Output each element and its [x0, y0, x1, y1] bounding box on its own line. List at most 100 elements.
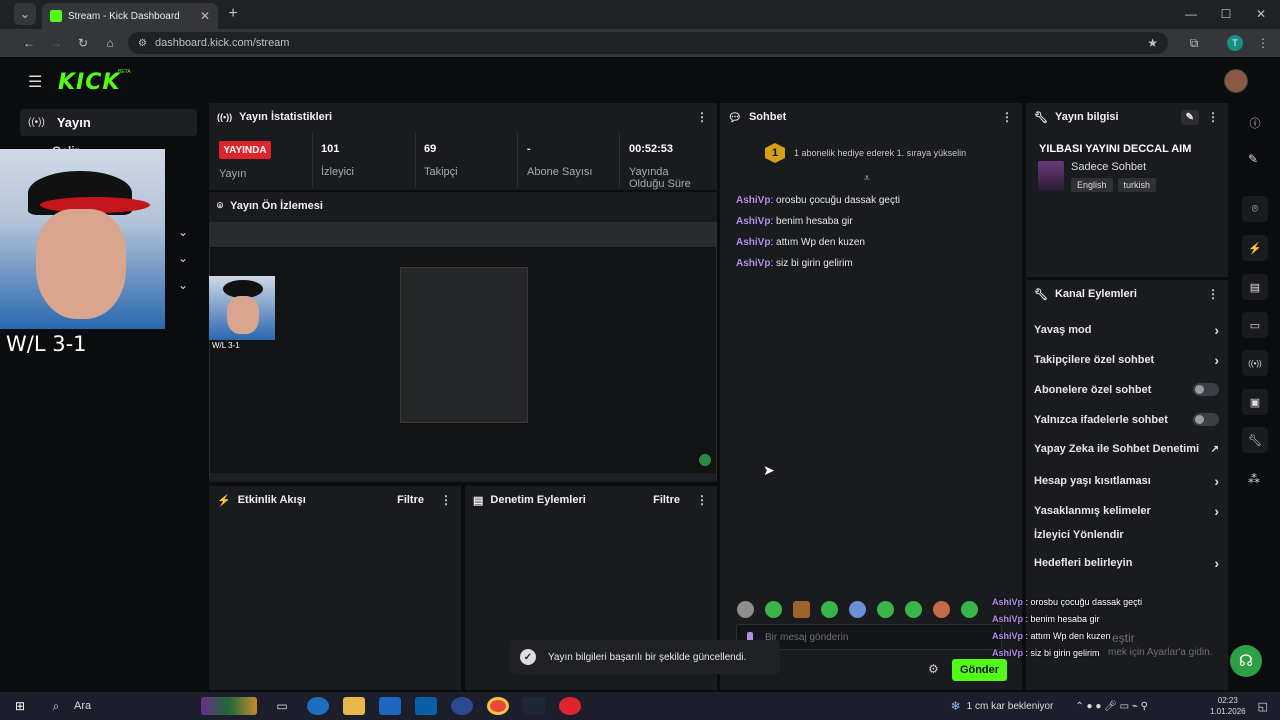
emote-icon[interactable]: [849, 601, 866, 618]
taskbar-search[interactable]: Ara: [74, 700, 194, 712]
chevron-down-icon[interactable]: ⌄: [178, 251, 188, 265]
outlook-icon[interactable]: [415, 697, 437, 715]
stat-label: Abone Sayısı: [527, 166, 593, 178]
chevron-down-icon[interactable]: ⌄: [178, 225, 188, 239]
chat-settings-gear-icon[interactable]: ⚙: [928, 662, 939, 676]
emote-icon[interactable]: [737, 601, 754, 618]
emote-icon[interactable]: [961, 601, 978, 618]
chat-username[interactable]: AshiVp: [736, 258, 770, 269]
app-icon[interactable]: [451, 697, 473, 715]
chevron-down-icon[interactable]: ⌄: [178, 278, 188, 292]
pencil-icon[interactable]: ✎: [1248, 152, 1258, 166]
video-icon[interactable]: ▣: [1242, 389, 1268, 415]
overlay-chat-message: AshiVp : attım Wp den kuzen: [992, 631, 1111, 641]
home-icon[interactable]: ⌂: [99, 32, 121, 54]
stream-preview-video[interactable]: [209, 222, 717, 481]
widgets-image[interactable]: [201, 697, 257, 715]
steam-icon[interactable]: [523, 697, 545, 715]
new-tab-button[interactable]: +: [222, 3, 244, 25]
weather-text[interactable]: 1 cm kar bekleniyor: [967, 701, 1054, 712]
category-thumbnail[interactable]: [1038, 161, 1064, 191]
obs-icon[interactable]: [559, 697, 581, 715]
emote-icon[interactable]: [933, 601, 950, 618]
collapse-icon[interactable]: ⩡: [864, 173, 870, 184]
more-options-icon[interactable]: ⋮: [1206, 287, 1220, 301]
emote-icon[interactable]: [877, 601, 894, 618]
category-name[interactable]: Sadece Sohbet: [1071, 161, 1146, 173]
action-banned-words[interactable]: Yasaklanmış kelimeler ›: [1034, 503, 1219, 519]
browser-tab[interactable]: Stream - Kick Dashboard ✕: [42, 3, 218, 29]
profile-avatar[interactable]: T: [1227, 35, 1243, 51]
back-icon[interactable]: ←: [18, 32, 40, 54]
close-tab-icon[interactable]: ✕: [200, 9, 210, 23]
edit-pencil-icon[interactable]: ✎: [1180, 109, 1199, 125]
search-icon[interactable]: ⌕: [45, 697, 67, 715]
chat-username[interactable]: AshiVp: [736, 216, 770, 227]
support-headset-icon[interactable]: ☊: [1230, 645, 1262, 677]
more-options-icon[interactable]: ⋮: [695, 110, 709, 124]
emote-icon[interactable]: [821, 601, 838, 618]
notification-icon[interactable]: ◱: [1258, 700, 1268, 713]
clock[interactable]: 02:23 1.01.2026: [1210, 695, 1246, 717]
send-button[interactable]: Gönder: [952, 659, 1007, 681]
more-apps-icon[interactable]: ⁂: [1248, 472, 1260, 486]
divider: [415, 132, 416, 188]
document-icon[interactable]: ▤: [1242, 274, 1268, 300]
minimize-button[interactable]: —: [1180, 3, 1202, 25]
edge-icon[interactable]: [307, 697, 329, 715]
tag-chip[interactable]: turkish: [1117, 178, 1157, 192]
more-options-icon[interactable]: ⋮: [439, 493, 453, 507]
action-subscribers-only[interactable]: Abonelere özel sohbet: [1034, 383, 1219, 396]
action-followers-only[interactable]: Takipçilere özel sohbet ›: [1034, 352, 1219, 368]
sidebar-item-stream[interactable]: ((•)) Yayın: [20, 109, 197, 136]
windows-start-icon[interactable]: ⊞: [9, 697, 31, 715]
tab-list-button[interactable]: ⌄: [14, 3, 36, 25]
more-options-icon[interactable]: ⋮: [1000, 110, 1014, 124]
kick-logo[interactable]: KICK: [58, 70, 120, 95]
site-info-icon[interactable]: ⚙: [138, 38, 147, 49]
store-icon[interactable]: [379, 697, 401, 715]
info-icon[interactable]: ⓘ: [1246, 114, 1264, 132]
toggle-switch[interactable]: [1193, 413, 1219, 426]
maximize-button[interactable]: ☐: [1215, 3, 1237, 25]
toggle-switch[interactable]: [1193, 383, 1219, 396]
bookmark-star-icon[interactable]: ★: [1147, 36, 1158, 50]
chat-username[interactable]: AshiVp: [736, 195, 770, 206]
action-slow-mode[interactable]: Yavaş mod ›: [1034, 322, 1219, 338]
action-raid[interactable]: İzleyici Yönlendir: [1034, 529, 1219, 541]
chrome-icon[interactable]: [487, 697, 509, 715]
tag-chip[interactable]: English: [1071, 178, 1113, 192]
camera-icon[interactable]: ⌾: [1242, 196, 1268, 222]
action-emotes-only[interactable]: Yalnızca ifadelerle sohbet: [1034, 413, 1219, 426]
emote-icon[interactable]: [793, 601, 810, 618]
more-options-icon[interactable]: ⋮: [695, 493, 709, 507]
broadcast-icon[interactable]: ((•)): [1242, 350, 1268, 376]
user-avatar[interactable]: [1224, 69, 1248, 93]
more-options-icon[interactable]: ⋮: [1206, 110, 1220, 124]
chevron-right-icon: ›: [1214, 352, 1219, 368]
extensions-icon[interactable]: ⧉: [1183, 32, 1205, 54]
browser-menu-icon[interactable]: ⋮: [1252, 32, 1274, 54]
live-label: Yayın: [219, 168, 247, 180]
close-window-button[interactable]: ✕: [1250, 3, 1272, 25]
wrench-icon[interactable]: 🔧︎: [1242, 427, 1268, 453]
emote-icon[interactable]: [905, 601, 922, 618]
reload-icon[interactable]: ↻: [72, 32, 94, 54]
action-ai-moderation[interactable]: Yapay Zeka ile Sohbet Denetimi ↗: [1034, 443, 1219, 455]
emote-icon[interactable]: [765, 601, 782, 618]
lightning-icon[interactable]: ⚡: [1242, 235, 1268, 261]
file-explorer-icon[interactable]: [343, 697, 365, 715]
action-goals[interactable]: Hedefleri belirleyin ›: [1034, 555, 1219, 571]
chat-bubble-icon[interactable]: ▭: [1242, 312, 1268, 338]
filter-button[interactable]: Filtre: [653, 494, 680, 506]
forward-icon[interactable]: →: [45, 32, 67, 54]
url-field[interactable]: ⚙ dashboard.kick.com/stream ★: [128, 32, 1168, 54]
tray-icons[interactable]: ⌃ ● ● 🎤︎ ▭ ⌁ ⚲: [1075, 701, 1148, 712]
action-account-age[interactable]: Hesap yaşı kısıtlaması ›: [1034, 473, 1219, 489]
chat-username[interactable]: AshiVp: [736, 237, 770, 248]
overlay-text: : siz bi girin gelirim: [1023, 648, 1100, 658]
filter-button[interactable]: Filtre: [397, 494, 424, 506]
task-view-icon[interactable]: ▭: [271, 697, 293, 715]
hamburger-menu-icon[interactable]: ☰: [28, 72, 42, 92]
chat-bubble-icon: 💬︎: [728, 111, 742, 124]
